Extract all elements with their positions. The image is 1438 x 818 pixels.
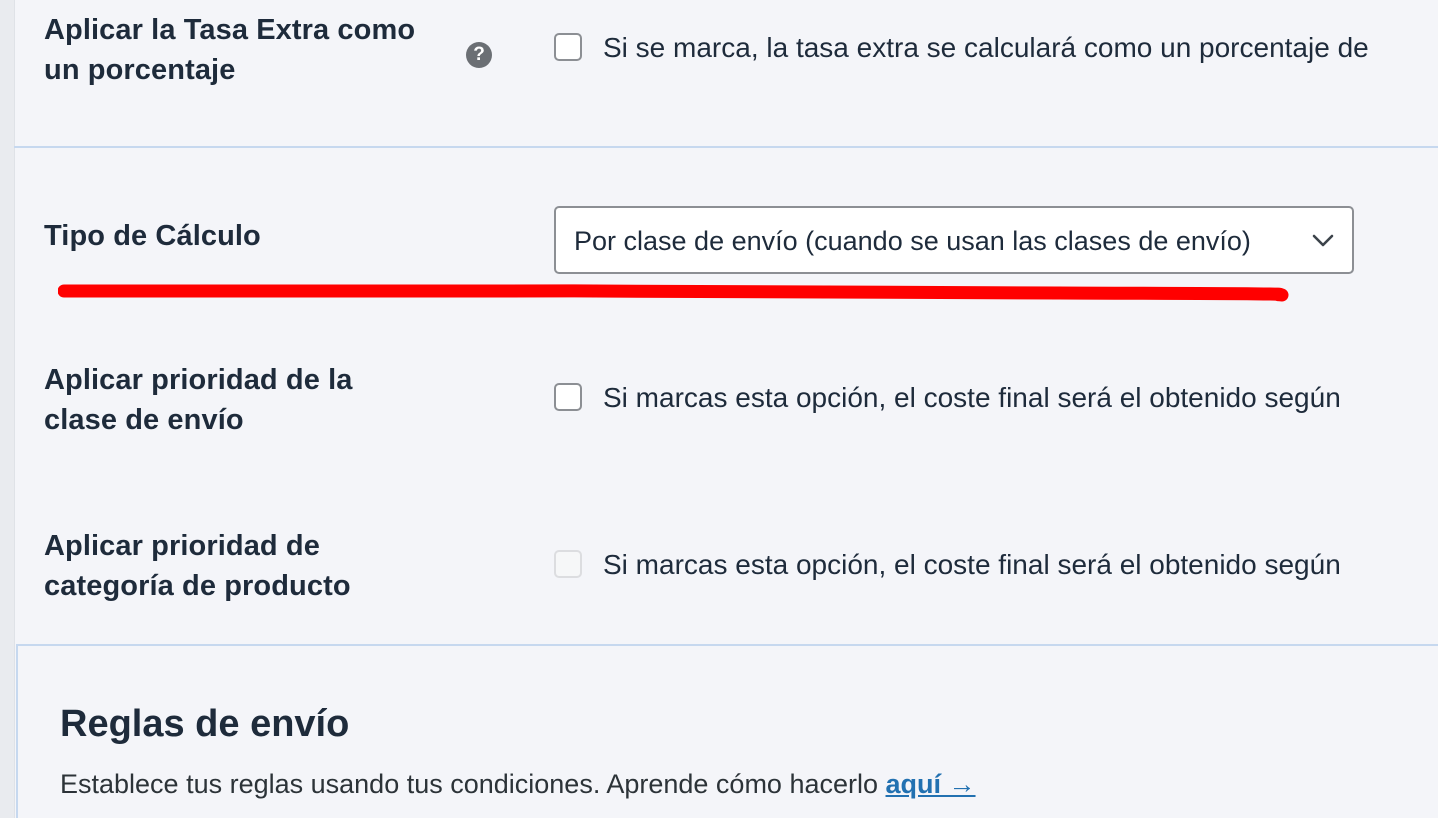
shipping-class-priority-label-line1: Aplicar prioridad de la [44, 364, 353, 396]
shipping-class-priority-description: Si marcas esta opción, el coste final se… [603, 382, 1341, 413]
product-category-priority-checkbox [554, 550, 582, 578]
shipping-class-priority-checkbox[interactable] [554, 383, 582, 411]
extra-fee-percent-label-line1: Aplicar la Tasa Extra como [44, 14, 416, 46]
chevron-down-icon [1312, 234, 1334, 247]
extra-fee-percent-description: Si se marca, la tasa extra se calculará … [603, 32, 1369, 63]
shipping-rules-panel: Reglas de envío Establece tus reglas usa… [16, 644, 1438, 818]
extra-fee-percent-checkbox[interactable] [554, 33, 582, 61]
product-category-priority-label: Aplicar prioridad de categoría de produc… [44, 526, 351, 606]
shipping-rules-description: Establece tus reglas usando tus condicio… [60, 764, 976, 804]
calculation-type-label: Tipo de Cálculo [44, 220, 261, 252]
calculation-type-selected-value: Por clase de envío (cuando se usan las c… [574, 226, 1251, 256]
shipping-class-priority-label-line2: clase de envío [44, 404, 244, 436]
product-category-priority-label-line2: categoría de producto [44, 570, 351, 602]
shipping-class-priority-label: Aplicar prioridad de la clase de envío [44, 360, 353, 440]
admin-sidebar-edge [0, 0, 15, 818]
learn-how-link[interactable]: aquí → [886, 769, 976, 799]
product-category-priority-description: Si marcas esta opción, el coste final se… [603, 549, 1341, 580]
extra-fee-percent-label: Aplicar la Tasa Extra como un porcentaje [44, 10, 415, 90]
help-icon[interactable]: ? [466, 42, 492, 68]
shipping-rules-title: Reglas de envío [60, 703, 350, 745]
shipping-rules-text: Establece tus reglas usando tus condicio… [60, 769, 886, 799]
product-category-priority-label-line1: Aplicar prioridad de [44, 530, 320, 562]
red-highlight-underline [58, 283, 1289, 302]
calculation-type-select[interactable]: Por clase de envío (cuando se usan las c… [554, 206, 1354, 274]
extra-fee-percent-label-line2: un porcentaje [44, 54, 236, 86]
settings-page: Aplicar la Tasa Extra como un porcentaje… [0, 0, 1438, 818]
section-divider [14, 146, 1438, 148]
